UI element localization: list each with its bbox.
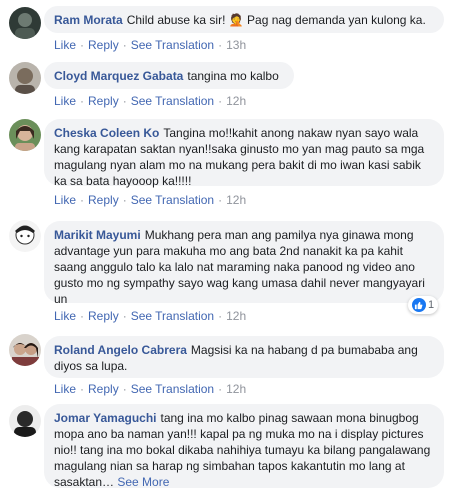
timestamp[interactable]: 13h [226, 38, 246, 52]
avatar[interactable] [9, 334, 41, 366]
reply-button[interactable]: Reply [88, 38, 119, 52]
comment-bubble: Ram Morata Child abuse ka sir! 🤦 Pag nag … [44, 6, 444, 33]
comment-actions: Like · Reply · See Translation · 12h [54, 382, 247, 396]
timestamp[interactable]: 12h [226, 382, 246, 396]
see-translation-link[interactable]: See Translation [131, 94, 214, 108]
see-translation-link[interactable]: See Translation [131, 309, 214, 323]
comment-author[interactable]: Cloyd Marquez Gabata [54, 69, 183, 83]
comment-text: Child abuse ka sir! 🤦 Pag nag demanda ya… [126, 13, 426, 27]
comment-bubble: Cheska Coleen Ko Tangina mo!!kahit anong … [44, 119, 444, 188]
avatar[interactable] [9, 405, 41, 437]
timestamp[interactable]: 12h [226, 94, 246, 108]
avatar-image [9, 405, 41, 437]
timestamp[interactable]: 12h [226, 309, 246, 323]
comment-actions: Like · Reply · See Translation · 12h [54, 309, 247, 323]
reply-button[interactable]: Reply [88, 382, 119, 396]
comment-text: tangina mo kalbo [187, 69, 279, 83]
like-button[interactable]: Like [54, 382, 76, 396]
like-button[interactable]: Like [54, 309, 76, 323]
avatar-image [9, 334, 41, 366]
see-translation-link[interactable]: See Translation [131, 382, 214, 396]
reply-button[interactable]: Reply [88, 193, 119, 207]
reaction-count-badge[interactable]: 1 [408, 296, 438, 314]
comment-author[interactable]: Jomar Yamaguchi [54, 411, 157, 425]
avatar-image [9, 220, 41, 252]
see-more-link[interactable]: See More [117, 475, 169, 489]
comment-bubble: Jomar Yamaguchi tang ina mo kalbo pinag s… [44, 404, 444, 489]
see-translation-link[interactable]: See Translation [131, 38, 214, 52]
avatar[interactable] [9, 7, 41, 39]
comment-actions: Like · Reply · See Translation · 12h [54, 94, 247, 108]
comment-author[interactable]: Marikit Mayumi [54, 228, 141, 242]
comment-actions: Like · Reply · See Translation · 13h [54, 38, 247, 52]
avatar[interactable] [9, 119, 41, 151]
like-button[interactable]: Like [54, 38, 76, 52]
reply-button[interactable]: Reply [88, 94, 119, 108]
avatar[interactable] [9, 62, 41, 94]
comment-bubble: Cloyd Marquez Gabata tangina mo kalbo [44, 62, 294, 89]
see-translation-link[interactable]: See Translation [131, 193, 214, 207]
like-button[interactable]: Like [54, 94, 76, 108]
timestamp[interactable]: 12h [226, 193, 246, 207]
avatar-image [9, 62, 41, 94]
avatar[interactable] [9, 220, 41, 252]
comment-author[interactable]: Cheska Coleen Ko [54, 126, 159, 140]
like-reaction-icon [411, 298, 426, 312]
reaction-count: 1 [427, 299, 435, 311]
like-button[interactable]: Like [54, 193, 76, 207]
comment-author[interactable]: Roland Angelo Cabrera [54, 343, 187, 357]
comment-actions: Like · Reply · See Translation · 12h [54, 193, 247, 207]
comment-bubble: Marikit Mayumi Mukhang pera man ang pamil… [44, 221, 444, 306]
reply-button[interactable]: Reply [88, 309, 119, 323]
avatar-image [9, 7, 41, 39]
comment-author[interactable]: Ram Morata [54, 13, 123, 27]
avatar-image [9, 119, 41, 151]
comment-bubble: Roland Angelo Cabrera Magsisi ka na haban… [44, 336, 444, 378]
